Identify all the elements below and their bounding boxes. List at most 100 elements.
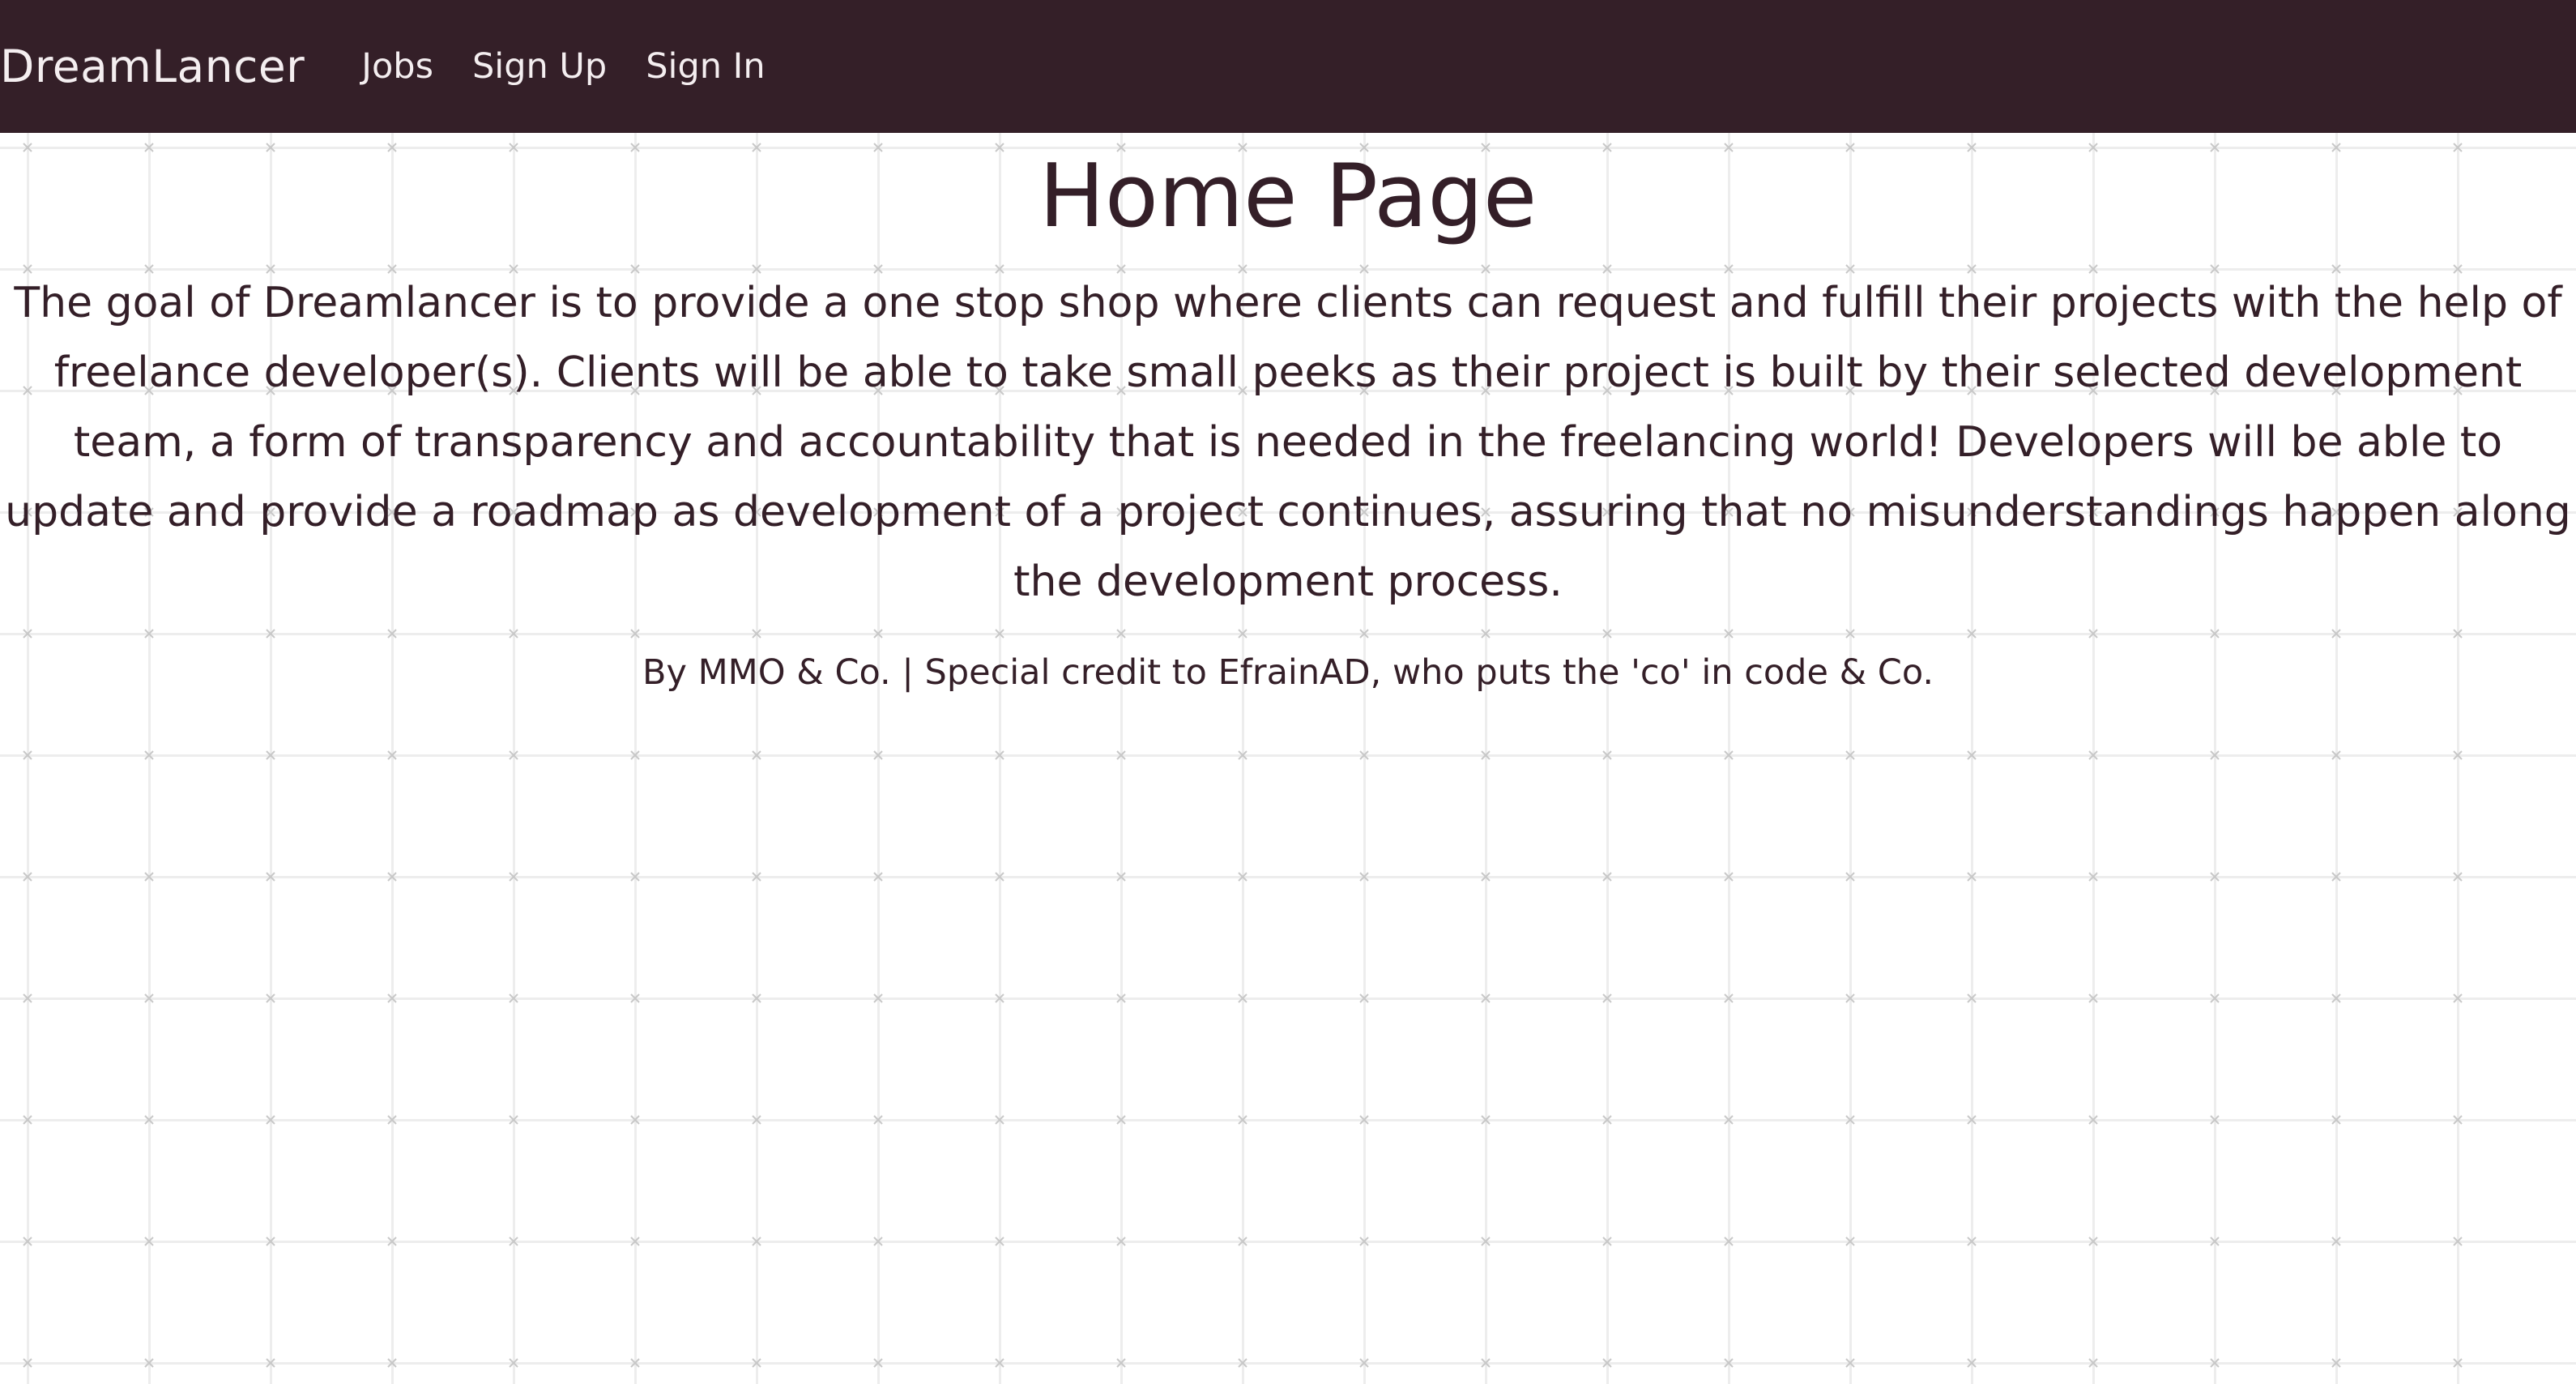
grid-mark bbox=[2088, 1358, 2098, 1368]
grid-mark bbox=[630, 1237, 640, 1246]
grid-mark bbox=[1116, 993, 1126, 1003]
grid-mark bbox=[2331, 1237, 2341, 1246]
grid-mark bbox=[1602, 1358, 1612, 1368]
grid-mark bbox=[2210, 1115, 2220, 1125]
grid-mark bbox=[1724, 993, 1734, 1003]
grid-mark bbox=[387, 993, 397, 1003]
grid-mark bbox=[873, 1358, 883, 1368]
grid-mark bbox=[2331, 1115, 2341, 1125]
grid-mark bbox=[1116, 872, 1126, 882]
grid-mark bbox=[1724, 750, 1734, 760]
grid-mark bbox=[2088, 1115, 2098, 1125]
grid-mark bbox=[387, 1237, 397, 1246]
grid-mark bbox=[1359, 1358, 1369, 1368]
grid-mark bbox=[2210, 1358, 2220, 1368]
nav-link-sign-up[interactable]: Sign Up bbox=[472, 46, 607, 87]
description-text: The goal of Dreamlancer is to provide a … bbox=[5, 278, 2571, 606]
page-title: Home Page bbox=[1039, 146, 1537, 247]
grid-mark bbox=[1845, 993, 1855, 1003]
grid-mark bbox=[1967, 1115, 1977, 1125]
grid-mark bbox=[509, 1115, 518, 1125]
grid-mark bbox=[387, 872, 397, 882]
grid-mark bbox=[1967, 750, 1977, 760]
grid-mark bbox=[995, 1358, 1004, 1368]
grid-mark bbox=[2210, 872, 2220, 882]
grid-mark bbox=[1481, 872, 1491, 882]
grid-mark bbox=[23, 1115, 32, 1125]
grid-mark bbox=[2453, 872, 2463, 882]
grid-mark bbox=[23, 1358, 32, 1368]
grid-mark bbox=[23, 993, 32, 1003]
grid-mark bbox=[1359, 993, 1369, 1003]
grid-mark bbox=[752, 1115, 761, 1125]
grid-mark bbox=[1967, 1237, 1977, 1246]
grid-mark bbox=[1602, 872, 1612, 882]
grid-mark bbox=[2453, 1237, 2463, 1246]
grid-mark bbox=[509, 1358, 518, 1368]
grid-mark bbox=[1724, 1358, 1734, 1368]
grid-mark bbox=[2331, 993, 2341, 1003]
grid-mark bbox=[2453, 1115, 2463, 1125]
grid-mark bbox=[1359, 1115, 1369, 1125]
grid-mark bbox=[387, 1358, 397, 1368]
grid-mark bbox=[2088, 993, 2098, 1003]
grid-mark bbox=[1238, 1115, 1247, 1125]
grid-mark bbox=[1238, 1358, 1247, 1368]
grid-mark bbox=[2331, 872, 2341, 882]
grid-mark bbox=[1967, 1358, 1977, 1368]
nav-link-jobs[interactable]: Jobs bbox=[361, 46, 433, 87]
credit-text: By MMO & Co. | Special credit to EfrainA… bbox=[642, 651, 1934, 693]
grid-mark bbox=[995, 872, 1004, 882]
main-content: Home Page The goal of Dreamlancer is to … bbox=[0, 133, 2576, 693]
grid-mark bbox=[1602, 1115, 1612, 1125]
grid-mark bbox=[1481, 1237, 1491, 1246]
grid-mark bbox=[1845, 1115, 1855, 1125]
grid-mark bbox=[752, 1358, 761, 1368]
grid-mark bbox=[630, 993, 640, 1003]
grid-mark bbox=[873, 872, 883, 882]
grid-mark bbox=[873, 993, 883, 1003]
grid-mark bbox=[2331, 1358, 2341, 1368]
grid-mark bbox=[23, 872, 32, 882]
grid-mark bbox=[509, 1237, 518, 1246]
grid-mark bbox=[752, 872, 761, 882]
grid-mark bbox=[1967, 993, 1977, 1003]
grid-mark bbox=[1238, 993, 1247, 1003]
grid-mark bbox=[144, 1115, 154, 1125]
grid-mark bbox=[995, 750, 1004, 760]
grid-mark bbox=[630, 1115, 640, 1125]
grid-mark bbox=[2210, 1237, 2220, 1246]
grid-mark bbox=[387, 1115, 397, 1125]
grid-mark bbox=[995, 1237, 1004, 1246]
grid-mark bbox=[266, 1358, 275, 1368]
grid-mark bbox=[2331, 750, 2341, 760]
grid-mark bbox=[266, 872, 275, 882]
grid-mark bbox=[1238, 1237, 1247, 1246]
grid-mark bbox=[2453, 1358, 2463, 1368]
grid-mark bbox=[1602, 750, 1612, 760]
grid-mark bbox=[995, 1115, 1004, 1125]
grid-mark bbox=[144, 872, 154, 882]
grid-mark bbox=[2088, 1237, 2098, 1246]
grid-mark bbox=[1116, 1115, 1126, 1125]
grid-mark bbox=[630, 872, 640, 882]
grid-mark bbox=[2088, 872, 2098, 882]
brand-logo-link[interactable]: DreamLancer bbox=[0, 41, 305, 92]
grid-mark bbox=[752, 993, 761, 1003]
grid-mark bbox=[1116, 1358, 1126, 1368]
grid-mark bbox=[1359, 1237, 1369, 1246]
grid-mark bbox=[995, 993, 1004, 1003]
grid-mark bbox=[1845, 1237, 1855, 1246]
grid-mark bbox=[1116, 1237, 1126, 1246]
grid-mark bbox=[873, 750, 883, 760]
grid-mark bbox=[144, 750, 154, 760]
grid-mark bbox=[144, 993, 154, 1003]
grid-mark bbox=[1481, 993, 1491, 1003]
grid-mark bbox=[630, 1358, 640, 1368]
grid-mark bbox=[509, 750, 518, 760]
grid-mark bbox=[266, 1115, 275, 1125]
nav-link-sign-in[interactable]: Sign In bbox=[646, 46, 765, 87]
grid-mark bbox=[1845, 750, 1855, 760]
grid-mark bbox=[2453, 750, 2463, 760]
grid-mark bbox=[387, 750, 397, 760]
